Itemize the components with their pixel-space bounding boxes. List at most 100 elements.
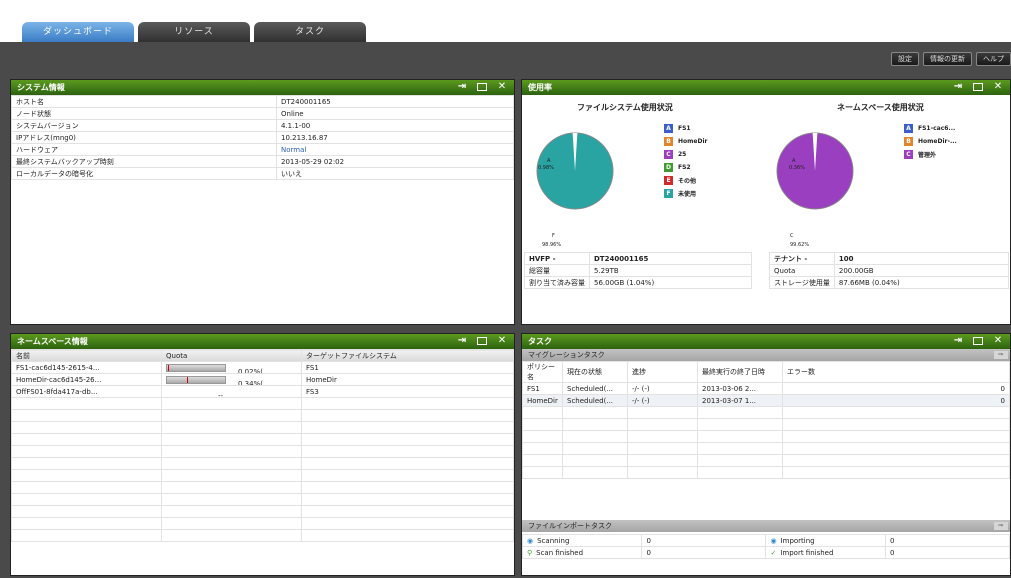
legend-item: A FS1 [664,122,707,135]
empty-cell [301,433,514,446]
migration-task-title: マイグレーションタスク [528,351,605,359]
panel-header: ネームスペース情報 ⇥ ✕ [11,334,514,349]
empty-cell [697,418,783,431]
task-cell: 2013-03-06 2... [697,382,783,395]
capacity-value: 200.00GB [833,264,1010,277]
empty-cell [782,442,1010,455]
popout-icon[interactable]: ⇥ [456,335,468,347]
empty-cell [627,442,698,455]
table-row[interactable] [522,430,1010,443]
legend-item: F 未使用 [664,187,707,200]
table-row: ホスト名 DT240001165 [11,95,514,108]
column-header[interactable]: 名前 [11,349,162,362]
legend-label: その他 [678,178,697,185]
table-row: IPアドレス(mng0) 10.213.16.87 [11,131,514,144]
empty-cell [301,409,514,422]
table-row[interactable]: OffFS01-8fda417a-db... -- FS3 [11,385,514,398]
table-row[interactable]: FS1-cac6d145-2615-4... 0.02%(... FS1 [11,361,514,374]
maximize-icon[interactable] [476,335,488,347]
close-icon[interactable]: ✕ [496,81,508,93]
refresh-button[interactable]: 情報の更新 [923,52,972,66]
popout-icon[interactable]: ⇥ [952,81,964,93]
table-row[interactable] [11,517,514,530]
tab-tasks[interactable]: タスク [254,22,366,42]
info-value: いいえ [276,167,514,180]
table-row[interactable] [11,421,514,434]
table-row[interactable] [11,493,514,506]
empty-cell [301,397,514,410]
empty-cell [11,505,162,518]
table-row[interactable]: HomeDir Scheduled(... -/- (-) 2013-03-07 1.… [522,394,1010,407]
column-header[interactable]: エラー数 [782,361,1010,383]
table-row[interactable] [11,457,514,470]
capacity-label: Quota [769,264,835,277]
import-status-text: Scanning [537,536,570,545]
namespace-name[interactable]: OffFS01-8fda417a-db... [11,385,162,398]
task-cell: 2013-03-07 1... [697,394,783,407]
settings-button[interactable]: 設定 [891,52,919,66]
table-row[interactable] [11,433,514,446]
table-row[interactable] [522,406,1010,419]
quota-cell: 0.34%(... [161,373,302,386]
close-icon[interactable]: ✕ [496,335,508,347]
namespace-table: 名前 Quota ターゲットファイルシステム FS1-cac6d145-2615-4.… [11,349,514,542]
task-cell: Scheduled(... [562,394,628,407]
table-row[interactable] [11,505,514,518]
capacity-value: 87.66MB (0.04%) [833,276,1010,289]
maximize-icon[interactable] [972,335,984,347]
legend-label: 25 [678,151,687,158]
column-header[interactable]: ターゲットファイルシステム [301,349,514,362]
table-row[interactable] [522,454,1010,467]
table-header: DT240001165 [589,252,752,265]
table-row[interactable] [11,409,514,422]
column-header[interactable]: ポリシー名 [522,361,563,383]
column-header[interactable]: Quota [161,349,302,362]
empty-cell [522,454,563,467]
import-status-count: 0 [641,534,767,547]
table-row[interactable] [11,481,514,494]
table-row[interactable]: HomeDir-cac6d145-26... 0.34%(... HomeDir [11,373,514,386]
empty-cell [697,442,783,455]
info-value: Online [276,107,514,120]
legend-swatch: C [664,150,673,159]
table-row[interactable] [11,445,514,458]
quota-value: -- [218,391,224,398]
table-row[interactable] [11,469,514,482]
table-header-row: 名前 Quota ターゲットファイルシステム [11,349,514,362]
namespace-name[interactable]: FS1-cac6d145-2615-4... [11,361,162,374]
maximize-icon[interactable] [972,81,984,93]
table-row[interactable] [522,442,1010,455]
fs-pie-letter-a: A [547,158,551,164]
table-row[interactable] [11,529,514,542]
table-row[interactable] [522,418,1010,431]
empty-cell [782,466,1010,479]
popout-icon[interactable]: ⇥ [952,335,964,347]
collapse-arrow-icon[interactable]: ⇨ [994,522,1008,530]
fs-pie-label-free: 98.96% [542,242,562,248]
close-icon[interactable]: ✕ [992,335,1004,347]
empty-cell [301,445,514,458]
target-filesystem: HomeDir [301,373,514,386]
table-row: HVFP - DT240001165 [524,252,752,265]
column-header[interactable]: 進捗 [627,361,698,383]
empty-cell [697,466,783,479]
maximize-icon[interactable] [476,81,488,93]
table-row[interactable]: FS1 Scheduled(... -/- (-) 2013-03-06 2... 0 [522,382,1010,395]
namespace-name[interactable]: HomeDir-cac6d145-26... [11,373,162,386]
tab-resources[interactable]: リソース [138,22,250,42]
quota-bar-fill [168,365,169,371]
column-header[interactable]: 現在の状態 [562,361,628,383]
tasks-panel: タスク ⇥ ✕ マイグレーションタスク ⇨ ポリシー名 現在の状態 進捗 最終実行の終… [521,333,1011,576]
info-label: ハードウェア [11,143,277,156]
table-row[interactable] [11,397,514,410]
import-finished-icon: ✓ [770,548,777,557]
tab-dashboard[interactable]: ダッシュボード [22,22,134,42]
usage-panel: 使用率 ⇥ ✕ ファイルシステム使用状況 ネームスペース使用状況 0.98% A… [521,79,1011,325]
close-icon[interactable]: ✕ [992,81,1004,93]
column-header[interactable]: 最終実行の終了日時 [697,361,783,383]
popout-icon[interactable]: ⇥ [456,81,468,93]
help-button[interactable]: ヘルプ [976,52,1011,66]
table-row[interactable] [522,466,1010,479]
legend-label: HomeDir-... [918,138,957,145]
collapse-arrow-icon[interactable]: ⇨ [994,351,1008,359]
